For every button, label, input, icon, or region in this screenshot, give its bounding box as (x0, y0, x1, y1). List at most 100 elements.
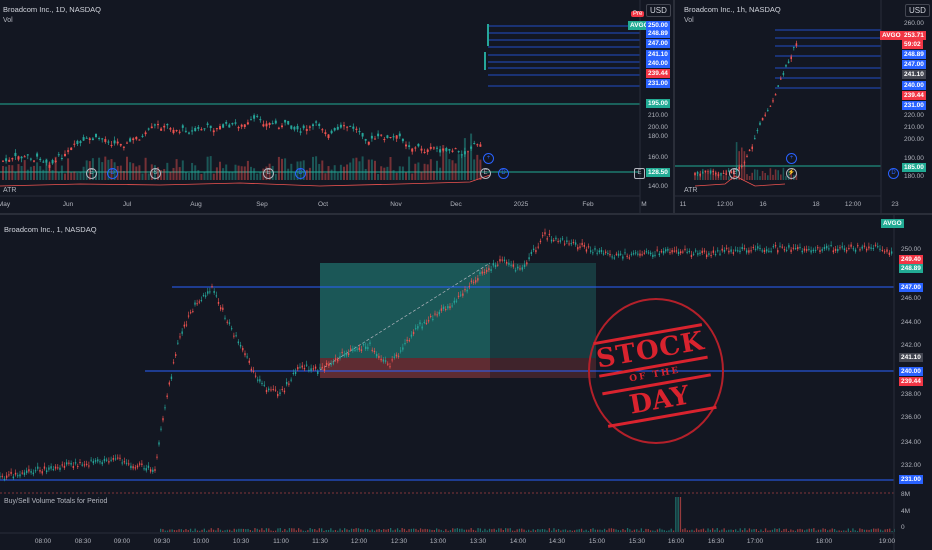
panel-divider-vertical[interactable] (673, 0, 675, 213)
daily-volume-bar (370, 159, 373, 180)
intraday-candle (451, 305, 453, 307)
intraday-candle (472, 281, 475, 283)
intraday-candle (801, 250, 803, 253)
intraday-x-tick: 13:30 (469, 538, 487, 545)
intraday-candle (61, 464, 63, 466)
intraday-candle (701, 250, 703, 254)
hourly-y-tick: 190.00 (904, 155, 924, 162)
volume-bar (707, 528, 709, 532)
hourly-volume-bar (702, 168, 704, 180)
daily-volume-bar (414, 163, 417, 180)
dividend-event-icon[interactable]: D (107, 168, 118, 179)
intraday-price-tag: 239.44 (899, 377, 923, 386)
hourly-currency-button[interactable]: USD (905, 4, 930, 17)
daily-volume-bar (184, 172, 187, 180)
hourly-candle (748, 149, 751, 152)
intraday-candle (417, 326, 419, 329)
hourly-y-tick: 210.00 (904, 124, 924, 131)
intraday-candle (332, 362, 335, 364)
daily-candle (79, 141, 82, 144)
intraday-candle (609, 253, 611, 256)
daily-candle (277, 127, 280, 129)
intraday-candle (587, 246, 590, 248)
split-event-icon[interactable]: S (150, 168, 161, 179)
volume-bar (847, 528, 849, 532)
intraday-candle (259, 379, 261, 382)
hourly-candle (712, 170, 714, 173)
dividend-event-icon[interactable]: D (295, 168, 306, 179)
volume-bar (304, 530, 307, 532)
intraday-x-tick: 16:00 (667, 538, 685, 545)
intraday-candle (412, 331, 415, 335)
volume-bar (491, 529, 493, 532)
dividend-event-icon[interactable]: D (498, 168, 509, 179)
intraday-candle (323, 368, 326, 371)
intraday-candle (39, 470, 41, 472)
volume-bar (875, 528, 877, 532)
daily-candle (200, 129, 203, 131)
intraday-candle (814, 249, 817, 251)
daily-candle (321, 129, 324, 131)
intraday-candle (598, 250, 600, 253)
volume-bar (426, 529, 429, 532)
intraday-candle (763, 250, 766, 252)
intraday-candle (14, 472, 17, 475)
daily-x-tick: Nov (390, 201, 402, 208)
hourly-chart-panel[interactable]: Broadcom Inc., 1h, NASDAQ Vol ATR USD AV… (675, 0, 932, 213)
volume-bar (567, 530, 569, 532)
volume-bar (682, 529, 684, 532)
intraday-chart-panel[interactable]: Broadcom Inc., 1, NASDAQ Buy/Sell Volume… (0, 215, 932, 550)
daily-volume-bar (436, 160, 438, 180)
daily-candle (169, 128, 172, 130)
intraday-candle (301, 365, 303, 368)
daily-volume-bar (188, 173, 190, 180)
earnings-event-icon[interactable]: E (729, 168, 740, 179)
daily-volume-bar (352, 158, 355, 180)
daily-volume-bar (429, 159, 432, 180)
dividend-event-icon[interactable]: E (86, 168, 97, 179)
flash-event-icon[interactable]: ⚡ (786, 168, 797, 179)
volume-bar (679, 497, 682, 532)
intraday-candle (781, 246, 783, 248)
intraday-candle (803, 248, 806, 251)
daily-chart-panel[interactable]: Broadcom Inc., 1D, NASDAQ Vol ATR USD Pr… (0, 0, 673, 213)
intraday-candle (721, 248, 723, 251)
volume-bar (385, 529, 387, 532)
daily-candle (293, 126, 296, 130)
earnings-event-icon[interactable]: E (634, 168, 645, 179)
intraday-candle (725, 247, 728, 249)
daily-candle (243, 124, 246, 128)
volume-bar (309, 528, 311, 532)
volume-bar (482, 530, 484, 532)
volume-bar (367, 529, 369, 532)
daily-volume-bar (39, 166, 42, 180)
intraday-candle (79, 462, 81, 464)
intraday-candle (268, 388, 270, 391)
earnings-event-icon[interactable]: E (480, 168, 491, 179)
volume-bar (286, 530, 288, 532)
hourly-volume-bar (715, 173, 717, 180)
intraday-y-tick: 250.00 (901, 246, 921, 253)
hourly-y-tick: 220.00 (904, 112, 924, 119)
volume-bar (192, 530, 194, 532)
daily-candle (228, 124, 231, 128)
intraday-candle (310, 368, 312, 371)
daily-candle (2, 160, 4, 162)
intraday-candle (656, 249, 658, 251)
daily-candle (144, 132, 147, 135)
intraday-candle (290, 379, 292, 381)
earnings-event-icon[interactable]: E (263, 168, 274, 179)
intraday-candle (825, 245, 828, 249)
daily-currency-button[interactable]: USD (646, 4, 671, 17)
intraday-candle (389, 366, 391, 368)
hourly-candle (764, 114, 766, 116)
intraday-candle (397, 355, 400, 357)
dividend-event-icon[interactable]: D (888, 168, 899, 179)
intraday-candle (566, 240, 568, 242)
add-event-icon[interactable]: + (786, 153, 797, 164)
add-event-icon[interactable]: + (483, 153, 494, 164)
daily-y-tick: 140.00 (648, 183, 668, 190)
hourly-volume-bar (746, 174, 748, 180)
intraday-candle (48, 467, 50, 470)
intraday-candle (217, 302, 220, 304)
